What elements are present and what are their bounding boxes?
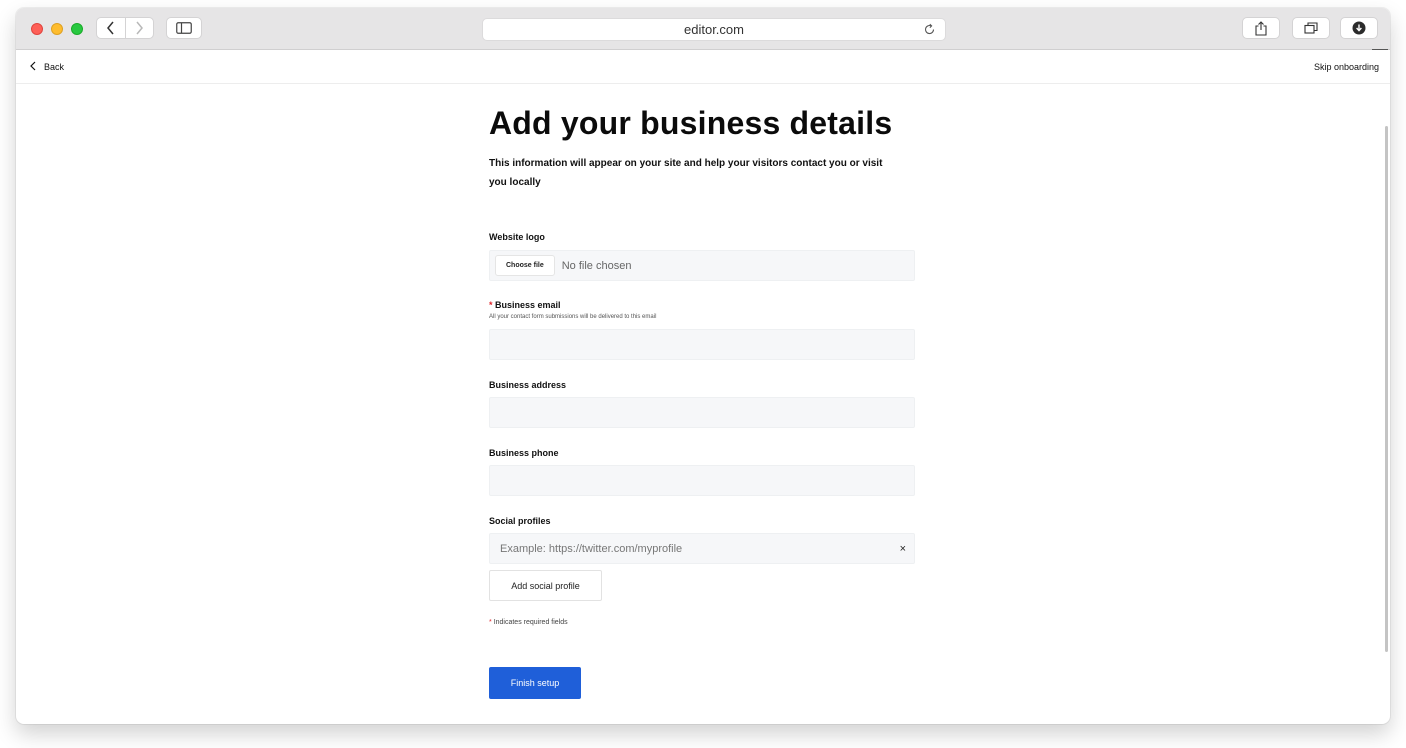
business-address-input[interactable] xyxy=(489,397,915,428)
history-nav-group xyxy=(96,17,154,39)
add-social-profile-button[interactable]: Add social profile xyxy=(489,570,602,601)
page-title: Add your business details xyxy=(489,105,893,141)
required-fields-note: * Indicates required fields xyxy=(489,619,568,626)
back-arrow-icon[interactable] xyxy=(97,18,125,38)
social-profile-placeholder: Example: https://twitter.com/myprofile xyxy=(500,542,683,555)
share-icon[interactable] xyxy=(1242,17,1280,39)
social-profiles-label: Social profiles xyxy=(489,516,551,526)
page-scrollbar[interactable] xyxy=(1385,126,1388,652)
chevron-left-icon xyxy=(30,61,36,73)
back-button[interactable]: Back xyxy=(30,61,64,73)
required-marker: * xyxy=(489,300,493,310)
close-window-button[interactable] xyxy=(31,23,43,35)
social-profile-input[interactable]: Example: https://twitter.com/myprofile × xyxy=(489,533,915,564)
tabs-icon[interactable] xyxy=(1292,17,1330,39)
remove-social-profile-icon[interactable]: × xyxy=(900,543,906,555)
business-email-helper: All your contact form submissions will b… xyxy=(489,314,657,320)
file-status: No file chosen xyxy=(561,259,632,272)
reload-icon[interactable] xyxy=(923,23,936,39)
forward-arrow-icon[interactable] xyxy=(124,18,153,38)
website-logo-label: Website logo xyxy=(489,232,545,242)
required-marker: * xyxy=(489,619,492,626)
browser-window: editor.com Back Skip onboarding Add your… xyxy=(16,8,1390,724)
sidebar-icon[interactable] xyxy=(166,17,202,39)
url-text: editor.com xyxy=(684,22,744,37)
minimize-window-button[interactable] xyxy=(51,23,63,35)
business-email-label: * Business email xyxy=(489,300,561,310)
business-email-input[interactable] xyxy=(489,329,915,360)
business-email-label-text: Business email xyxy=(495,300,561,310)
finish-setup-button[interactable]: Finish setup xyxy=(489,667,581,699)
back-label: Back xyxy=(44,62,65,72)
browser-titlebar: editor.com xyxy=(16,8,1390,50)
business-details-form: Add your business details This informati… xyxy=(489,96,915,699)
zoom-window-button[interactable] xyxy=(71,23,83,35)
download-icon[interactable] xyxy=(1340,17,1378,39)
skip-onboarding-link[interactable]: Skip onboarding xyxy=(1314,62,1379,72)
page-subtitle: This information will appear on your sit… xyxy=(489,158,883,188)
logo-file-input[interactable]: Choose file No file chosen xyxy=(489,250,915,281)
choose-file-button[interactable]: Choose file xyxy=(495,255,555,276)
required-fields-note-text: Indicates required fields xyxy=(493,619,568,626)
business-address-label: Business address xyxy=(489,380,567,390)
address-bar[interactable]: editor.com xyxy=(482,18,946,41)
business-phone-input[interactable] xyxy=(489,465,915,496)
business-phone-label: Business phone xyxy=(489,448,559,458)
onboarding-topbar: Back Skip onboarding xyxy=(16,50,1390,84)
